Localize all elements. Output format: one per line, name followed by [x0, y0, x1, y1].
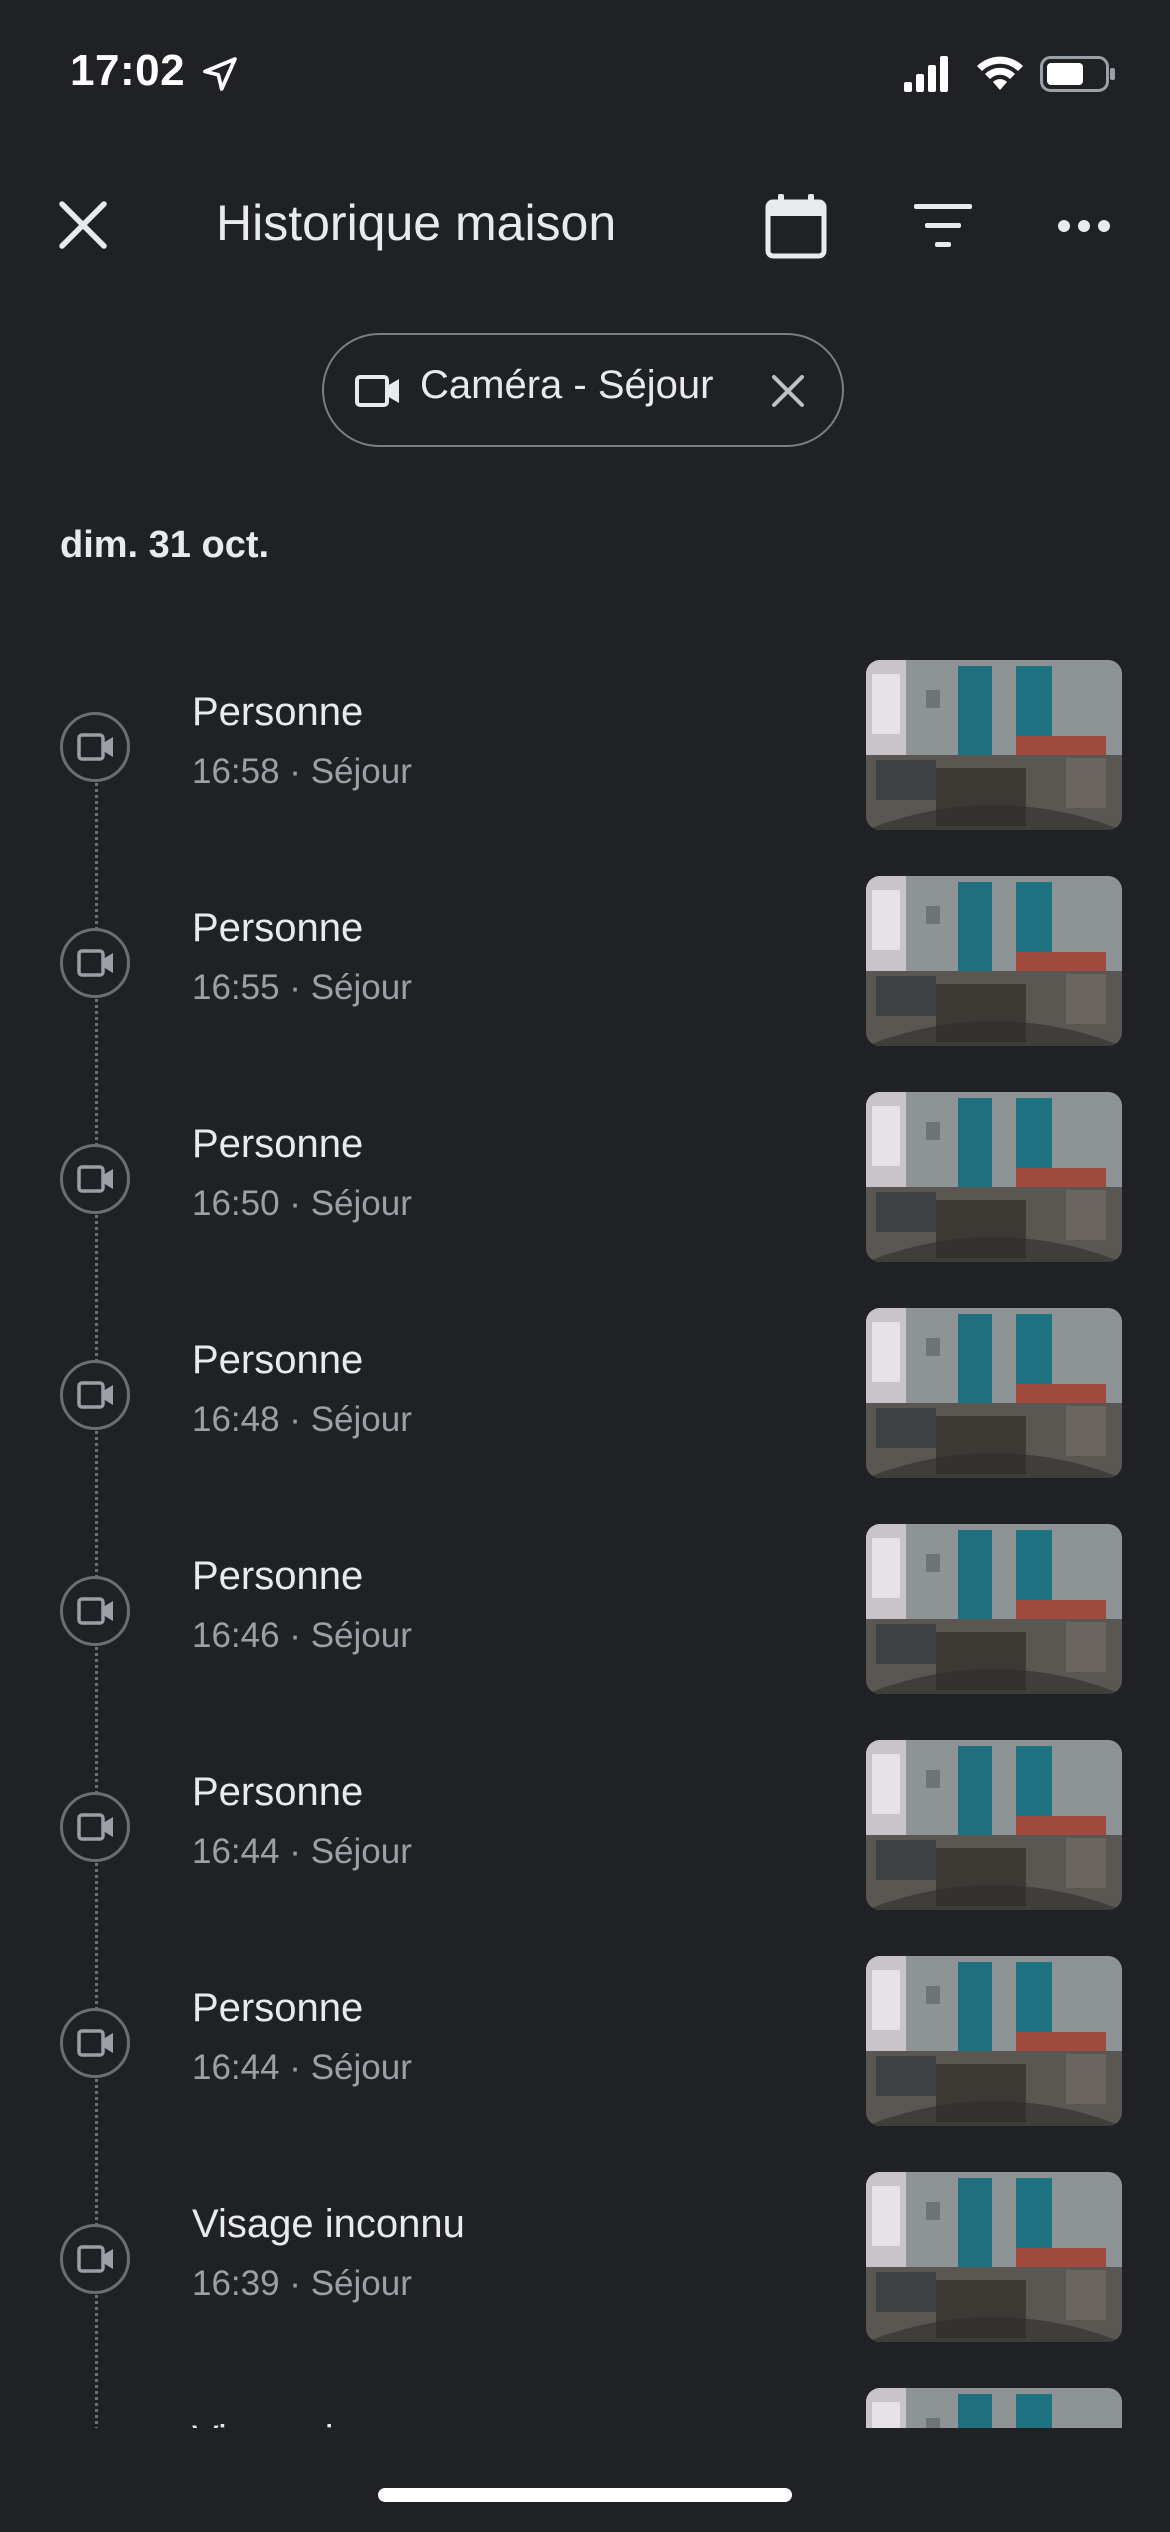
event-type-badge	[60, 928, 130, 998]
event-time-location: 16:55 · Séjour	[192, 968, 412, 1007]
screen: 17:02 Historique maison Caméra - Séjour …	[0, 0, 1170, 2532]
camera-filter-chip[interactable]: Caméra - Séjour	[322, 333, 844, 447]
more-horizontal-icon[interactable]	[1056, 204, 1112, 248]
event-thumbnail[interactable]	[866, 1956, 1122, 2126]
event-title: Personne	[192, 1554, 364, 1598]
event-time-location: 16:58 · Séjour	[192, 752, 412, 791]
video-camera-icon	[77, 949, 113, 977]
event-row[interactable]: Personne 16:55 · Séjour	[0, 876, 1170, 1056]
event-thumbnail[interactable]	[866, 1092, 1122, 1262]
event-type-badge	[60, 712, 130, 782]
event-type-badge	[60, 2008, 130, 2078]
event-row[interactable]: Visage inconnu 16:39 · Séjour	[0, 2172, 1170, 2352]
event-row[interactable]: Personne 16:44 · Séjour	[0, 1956, 1170, 2136]
event-title: Personne	[192, 690, 364, 734]
event-title: Personne	[192, 1986, 364, 2030]
video-camera-icon	[77, 2245, 113, 2273]
video-camera-icon	[77, 1813, 113, 1841]
event-time-location: 16:48 · Séjour	[192, 1400, 412, 1439]
event-row[interactable]: Personne 16:48 · Séjour	[0, 1308, 1170, 1488]
event-type-badge	[60, 2224, 130, 2294]
event-title: Personne	[192, 1122, 364, 1166]
video-camera-icon	[77, 1165, 113, 1193]
event-type-badge	[60, 1576, 130, 1646]
video-camera-icon	[77, 2029, 113, 2057]
video-camera-icon	[77, 1597, 113, 1625]
calendar-icon[interactable]	[760, 190, 832, 262]
cellular-signal-icon	[904, 56, 948, 92]
page-title: Historique maison	[216, 195, 617, 251]
chip-label: Caméra - Séjour	[420, 363, 714, 407]
event-thumbnail[interactable]	[866, 660, 1122, 830]
event-title: Personne	[192, 906, 364, 950]
camera-snapshot-image	[866, 1740, 1122, 1910]
event-title: Visage inconnu	[192, 2202, 465, 2246]
event-time-location: 16:50 · Séjour	[192, 1184, 412, 1223]
bottom-area	[0, 2428, 1170, 2532]
event-thumbnail[interactable]	[866, 1308, 1122, 1478]
camera-snapshot-image	[866, 660, 1122, 830]
home-indicator[interactable]	[378, 2488, 792, 2502]
event-thumbnail[interactable]	[866, 1740, 1122, 1910]
app-bar: Historique maison	[0, 170, 1170, 280]
wifi-icon	[977, 56, 1023, 90]
event-title: Personne	[192, 1770, 364, 1814]
status-bar: 17:02	[0, 0, 1170, 150]
event-row[interactable]: Personne 16:44 · Séjour	[0, 1740, 1170, 1920]
event-row[interactable]: Personne 16:46 · Séjour	[0, 1524, 1170, 1704]
event-thumbnail[interactable]	[866, 1524, 1122, 1694]
camera-snapshot-image	[866, 1524, 1122, 1694]
event-type-badge	[60, 1360, 130, 1430]
event-type-badge	[60, 1792, 130, 1862]
event-thumbnail[interactable]	[866, 876, 1122, 1046]
camera-snapshot-image	[866, 876, 1122, 1046]
video-camera-icon	[355, 375, 399, 407]
event-time-location: 16:39 · Séjour	[192, 2264, 412, 2303]
event-row[interactable]: Personne 16:50 · Séjour	[0, 1092, 1170, 1272]
event-row[interactable]: Personne 16:58 · Séjour	[0, 660, 1170, 840]
battery-icon	[1040, 56, 1115, 92]
event-type-badge	[60, 1144, 130, 1214]
video-camera-icon	[77, 1381, 113, 1409]
status-time: 17:02	[70, 46, 186, 95]
camera-snapshot-image	[866, 1956, 1122, 2126]
close-icon[interactable]	[50, 192, 116, 258]
camera-snapshot-image	[866, 2172, 1122, 2342]
location-arrow-icon	[203, 57, 237, 91]
event-time-location: 16:44 · Séjour	[192, 2048, 412, 2087]
chip-remove-icon[interactable]	[766, 369, 810, 413]
event-thumbnail[interactable]	[866, 2172, 1122, 2342]
camera-snapshot-image	[866, 1308, 1122, 1478]
filter-icon[interactable]	[908, 196, 978, 256]
event-time-location: 16:44 · Séjour	[192, 1832, 412, 1871]
date-header: dim. 31 oct.	[60, 524, 270, 566]
event-time-location: 16:46 · Séjour	[192, 1616, 412, 1655]
video-camera-icon	[77, 733, 113, 761]
event-title: Personne	[192, 1338, 364, 1382]
camera-snapshot-image	[866, 1092, 1122, 1262]
